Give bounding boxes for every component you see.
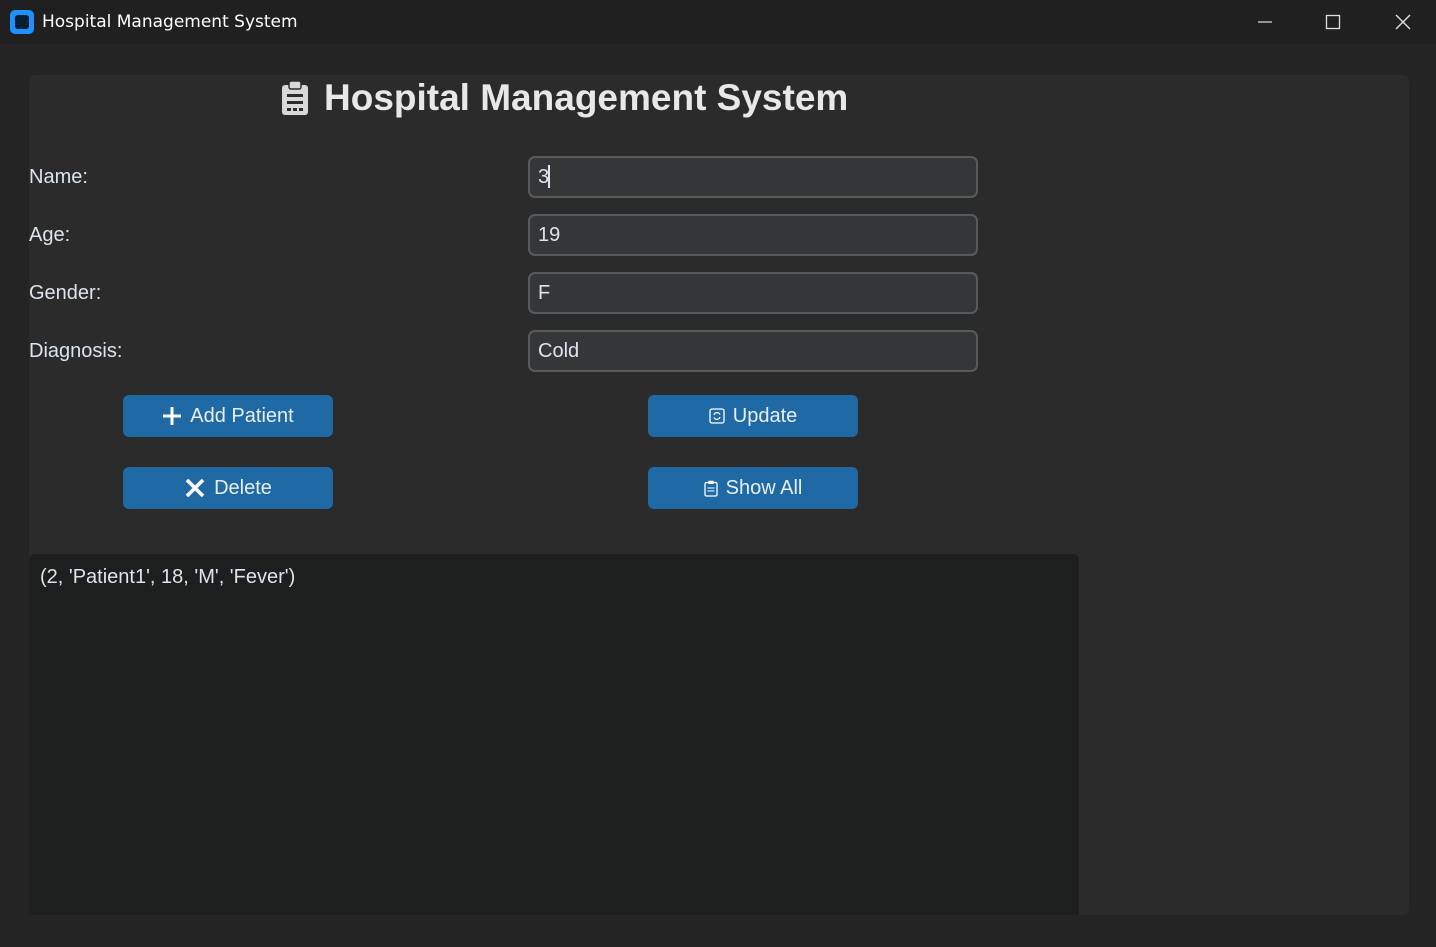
x-icon	[185, 478, 205, 498]
text-caret	[548, 165, 550, 188]
output-line: (2, 'Patient1', 18, 'M', 'Fever')	[40, 566, 296, 588]
diagnosis-label: Diagnosis:	[29, 340, 123, 362]
close-icon	[1395, 14, 1411, 30]
show-all-label: Show All	[725, 476, 803, 499]
window-title: Hospital Management System	[42, 12, 298, 32]
name-label: Name:	[29, 166, 88, 188]
app-window: Hospital Management System Hospital Mana…	[0, 0, 1436, 947]
maximize-icon	[1325, 14, 1341, 30]
app-icon	[10, 10, 34, 34]
refresh-icon	[709, 408, 725, 424]
title-bar[interactable]: Hospital Management System	[0, 0, 1436, 44]
minimize-button[interactable]	[1232, 0, 1298, 44]
delete-button[interactable]: Delete	[123, 467, 333, 509]
add-patient-button[interactable]: Add Patient	[123, 395, 333, 437]
plus-icon	[163, 407, 182, 425]
add-patient-label: Add Patient	[190, 404, 294, 427]
show-all-button[interactable]: Show All	[648, 467, 858, 509]
output-textbox[interactable]: (2, 'Patient1', 18, 'M', 'Fever')	[29, 554, 1079, 915]
delete-label: Delete	[214, 476, 272, 499]
gender-label: Gender:	[29, 282, 102, 304]
diagnosis-field[interactable]	[528, 330, 978, 372]
age-label: Age:	[29, 224, 71, 246]
name-field[interactable]	[528, 156, 978, 198]
update-button[interactable]: Update	[648, 395, 858, 437]
maximize-button[interactable]	[1300, 0, 1366, 44]
minimize-icon	[1258, 21, 1272, 23]
page-title: Hospital Management System	[324, 77, 849, 118]
clipboard-icon	[703, 480, 718, 497]
age-field[interactable]	[528, 214, 978, 256]
gender-field[interactable]	[528, 272, 978, 314]
update-label: Update	[732, 404, 798, 427]
close-button[interactable]	[1370, 0, 1436, 44]
clipboard-icon	[282, 80, 308, 115]
page-heading: Hospital Management System	[280, 76, 848, 120]
